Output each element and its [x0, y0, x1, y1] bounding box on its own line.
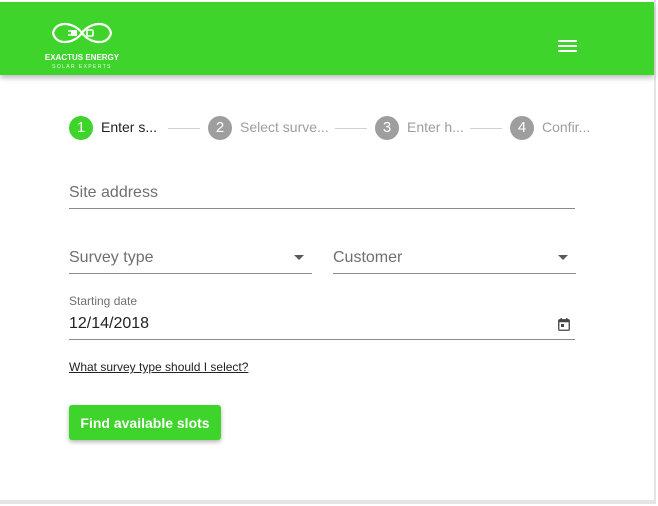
starting-date-field	[69, 308, 575, 340]
brand-logo[interactable]: EXACTUS ENERGY SOLAR EXPERTS	[44, 16, 120, 72]
step-number: 3	[375, 116, 399, 140]
brand-tagline: SOLAR EXPERTS	[52, 64, 112, 70]
step-connector	[335, 128, 367, 129]
app-header: EXACTUS ENERGY SOLAR EXPERTS	[0, 2, 654, 75]
site-address-input[interactable]	[69, 184, 575, 202]
step-label: Select surve...	[240, 119, 329, 135]
dropdown-arrow-icon	[558, 255, 568, 260]
customer-select[interactable]: Customer	[333, 241, 576, 274]
step-number: 1	[69, 116, 93, 140]
brand-name: EXACTUS ENERGY	[44, 53, 120, 62]
find-available-slots-button[interactable]: Find available slots	[69, 405, 221, 440]
survey-type-help-link[interactable]: What survey type should I select?	[69, 360, 248, 374]
dropdown-arrow-icon	[294, 255, 304, 260]
calendar-icon[interactable]	[558, 318, 570, 331]
starting-date-input[interactable]	[69, 315, 575, 333]
step-label: Enter h...	[407, 119, 464, 135]
step-label: Confir...	[542, 119, 591, 135]
survey-type-label: Survey type	[69, 249, 154, 266]
survey-type-select[interactable]: Survey type	[69, 241, 312, 274]
step-connector	[168, 128, 200, 129]
starting-date-label: Starting date	[69, 294, 138, 308]
step-number: 2	[208, 116, 232, 140]
step-number: 4	[510, 116, 534, 140]
step-label: Enter s...	[101, 119, 158, 135]
site-address-field	[69, 176, 575, 209]
infinity-plug-icon	[51, 22, 113, 44]
step-connector	[470, 128, 502, 129]
customer-label: Customer	[333, 249, 403, 266]
hamburger-menu-icon[interactable]	[551, 33, 585, 57]
